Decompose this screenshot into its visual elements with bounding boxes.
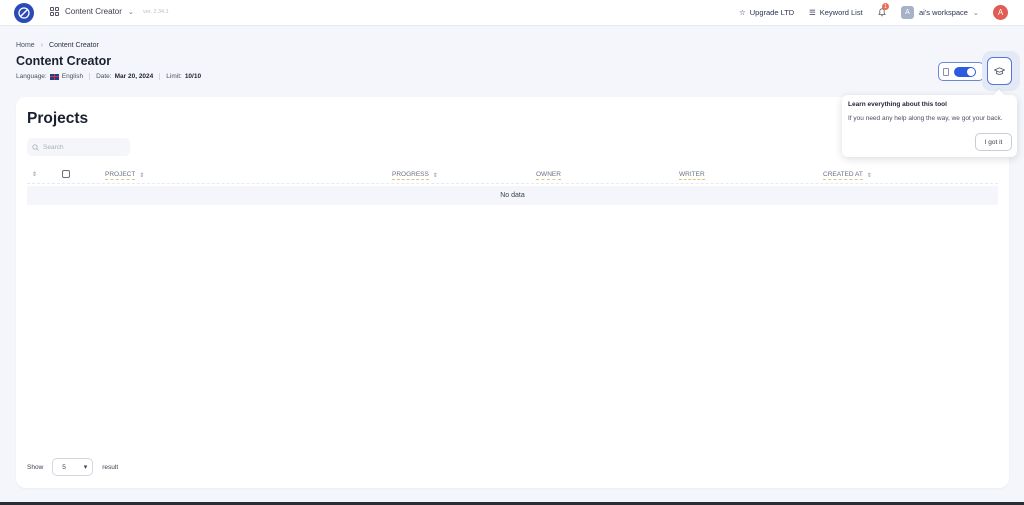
workspace-avatar: A: [901, 6, 914, 19]
document-icon: [943, 67, 949, 76]
column-project[interactable]: PROJECT ⇕: [105, 171, 144, 180]
app-switcher[interactable]: Content Creator ⌄: [50, 7, 134, 16]
chevron-down-icon: ▾: [83, 464, 88, 471]
language-value: English: [61, 73, 84, 80]
keyword-list-button[interactable]: ☰ Keyword List: [809, 8, 863, 17]
breadcrumb-home[interactable]: Home: [16, 42, 35, 49]
column-project-label: PROJECT: [105, 171, 136, 180]
search-icon: [32, 143, 39, 151]
column-owner-label: OWNER: [536, 171, 561, 180]
select-all-checkbox[interactable]: [62, 170, 70, 178]
guide-tooltip: Learn everything about this tool If you …: [842, 95, 1017, 157]
app-name: Content Creator: [65, 7, 122, 16]
star-icon: ☆: [739, 8, 746, 17]
page-size-select[interactable]: 5 ▾: [52, 458, 94, 476]
chevron-right-icon: ›: [40, 42, 44, 49]
view-toggle[interactable]: [938, 62, 984, 81]
workspace-label: ai's workspace: [919, 8, 968, 17]
graduation-cap-icon: [994, 66, 1005, 75]
guide-button[interactable]: [987, 57, 1012, 85]
limit-label: Limit:: [166, 73, 182, 80]
chevron-down-icon: ⌄: [127, 8, 134, 16]
empty-state: No data: [27, 186, 998, 205]
toggle-switch[interactable]: [954, 66, 976, 77]
language-label: Language:: [16, 73, 47, 80]
breadcrumb-current: Content Creator: [49, 42, 99, 49]
workspace-switcher[interactable]: A ai's workspace ⌄: [901, 6, 979, 19]
projects-title: Projects: [27, 110, 89, 127]
version-label: ver. 2.34.1: [143, 9, 169, 15]
grid-icon: [50, 7, 59, 16]
breadcrumb: Home › Content Creator: [16, 42, 99, 49]
list-icon: ☰: [809, 8, 816, 17]
upgrade-label: Upgrade LTD: [749, 8, 795, 17]
top-bar: Content Creator ⌄ ver. 2.34.1 ☆ Upgrade …: [0, 0, 1024, 26]
column-writer-label: WRITER: [679, 171, 705, 180]
date-meta: Date: Mar 20, 2024: [96, 73, 161, 80]
keyword-list-label: Keyword List: [819, 8, 863, 17]
sort-icon: ⇕: [866, 173, 872, 179]
column-progress-label: PROGRESS: [392, 171, 429, 180]
search-box[interactable]: [27, 138, 130, 156]
date-label: Date:: [96, 73, 112, 80]
limit-value: 10/10: [184, 73, 202, 80]
logo-icon[interactable]: [14, 3, 34, 23]
page-title: Content Creator: [16, 54, 112, 68]
show-label: Show: [27, 463, 44, 471]
sort-icon: ⇕: [432, 173, 438, 179]
column-owner: OWNER: [536, 171, 561, 180]
column-created-at[interactable]: CREATED AT ⇕: [823, 171, 872, 180]
search-input[interactable]: [43, 143, 123, 151]
date-value: Mar 20, 2024: [114, 73, 154, 80]
column-created-at-label: CREATED AT: [823, 171, 863, 180]
uk-flag-icon: [49, 73, 59, 80]
tooltip-title: Learn everything about this tool: [848, 101, 947, 108]
upgrade-button[interactable]: ☆ Upgrade LTD: [739, 8, 794, 17]
limit-meta: Limit: 10/10: [166, 73, 207, 80]
result-label: result: [102, 463, 119, 471]
user-avatar[interactable]: A: [993, 5, 1008, 20]
page-meta: Language: English Date: Mar 20, 2024 Lim…: [16, 73, 213, 80]
got-it-button[interactable]: I got it: [975, 133, 1012, 151]
notification-badge: 1: [882, 3, 889, 10]
tooltip-body: If you need any help along the way, we g…: [848, 115, 1003, 122]
table-header: ⇕ PROJECT ⇕ PROGRESS ⇕ OWNER WRITER CREA…: [27, 165, 998, 184]
column-progress[interactable]: PROGRESS ⇕: [392, 171, 438, 180]
column-writer: WRITER: [679, 171, 705, 180]
language-meta: Language: English: [16, 73, 91, 80]
sort-icon: ⇕: [139, 173, 145, 179]
sort-icon[interactable]: ⇕: [32, 171, 37, 178]
pagination-footer: Show 5 ▾ result: [27, 458, 118, 476]
page-size-value: 5: [62, 463, 66, 471]
chevron-down-icon: ⌄: [972, 9, 979, 17]
